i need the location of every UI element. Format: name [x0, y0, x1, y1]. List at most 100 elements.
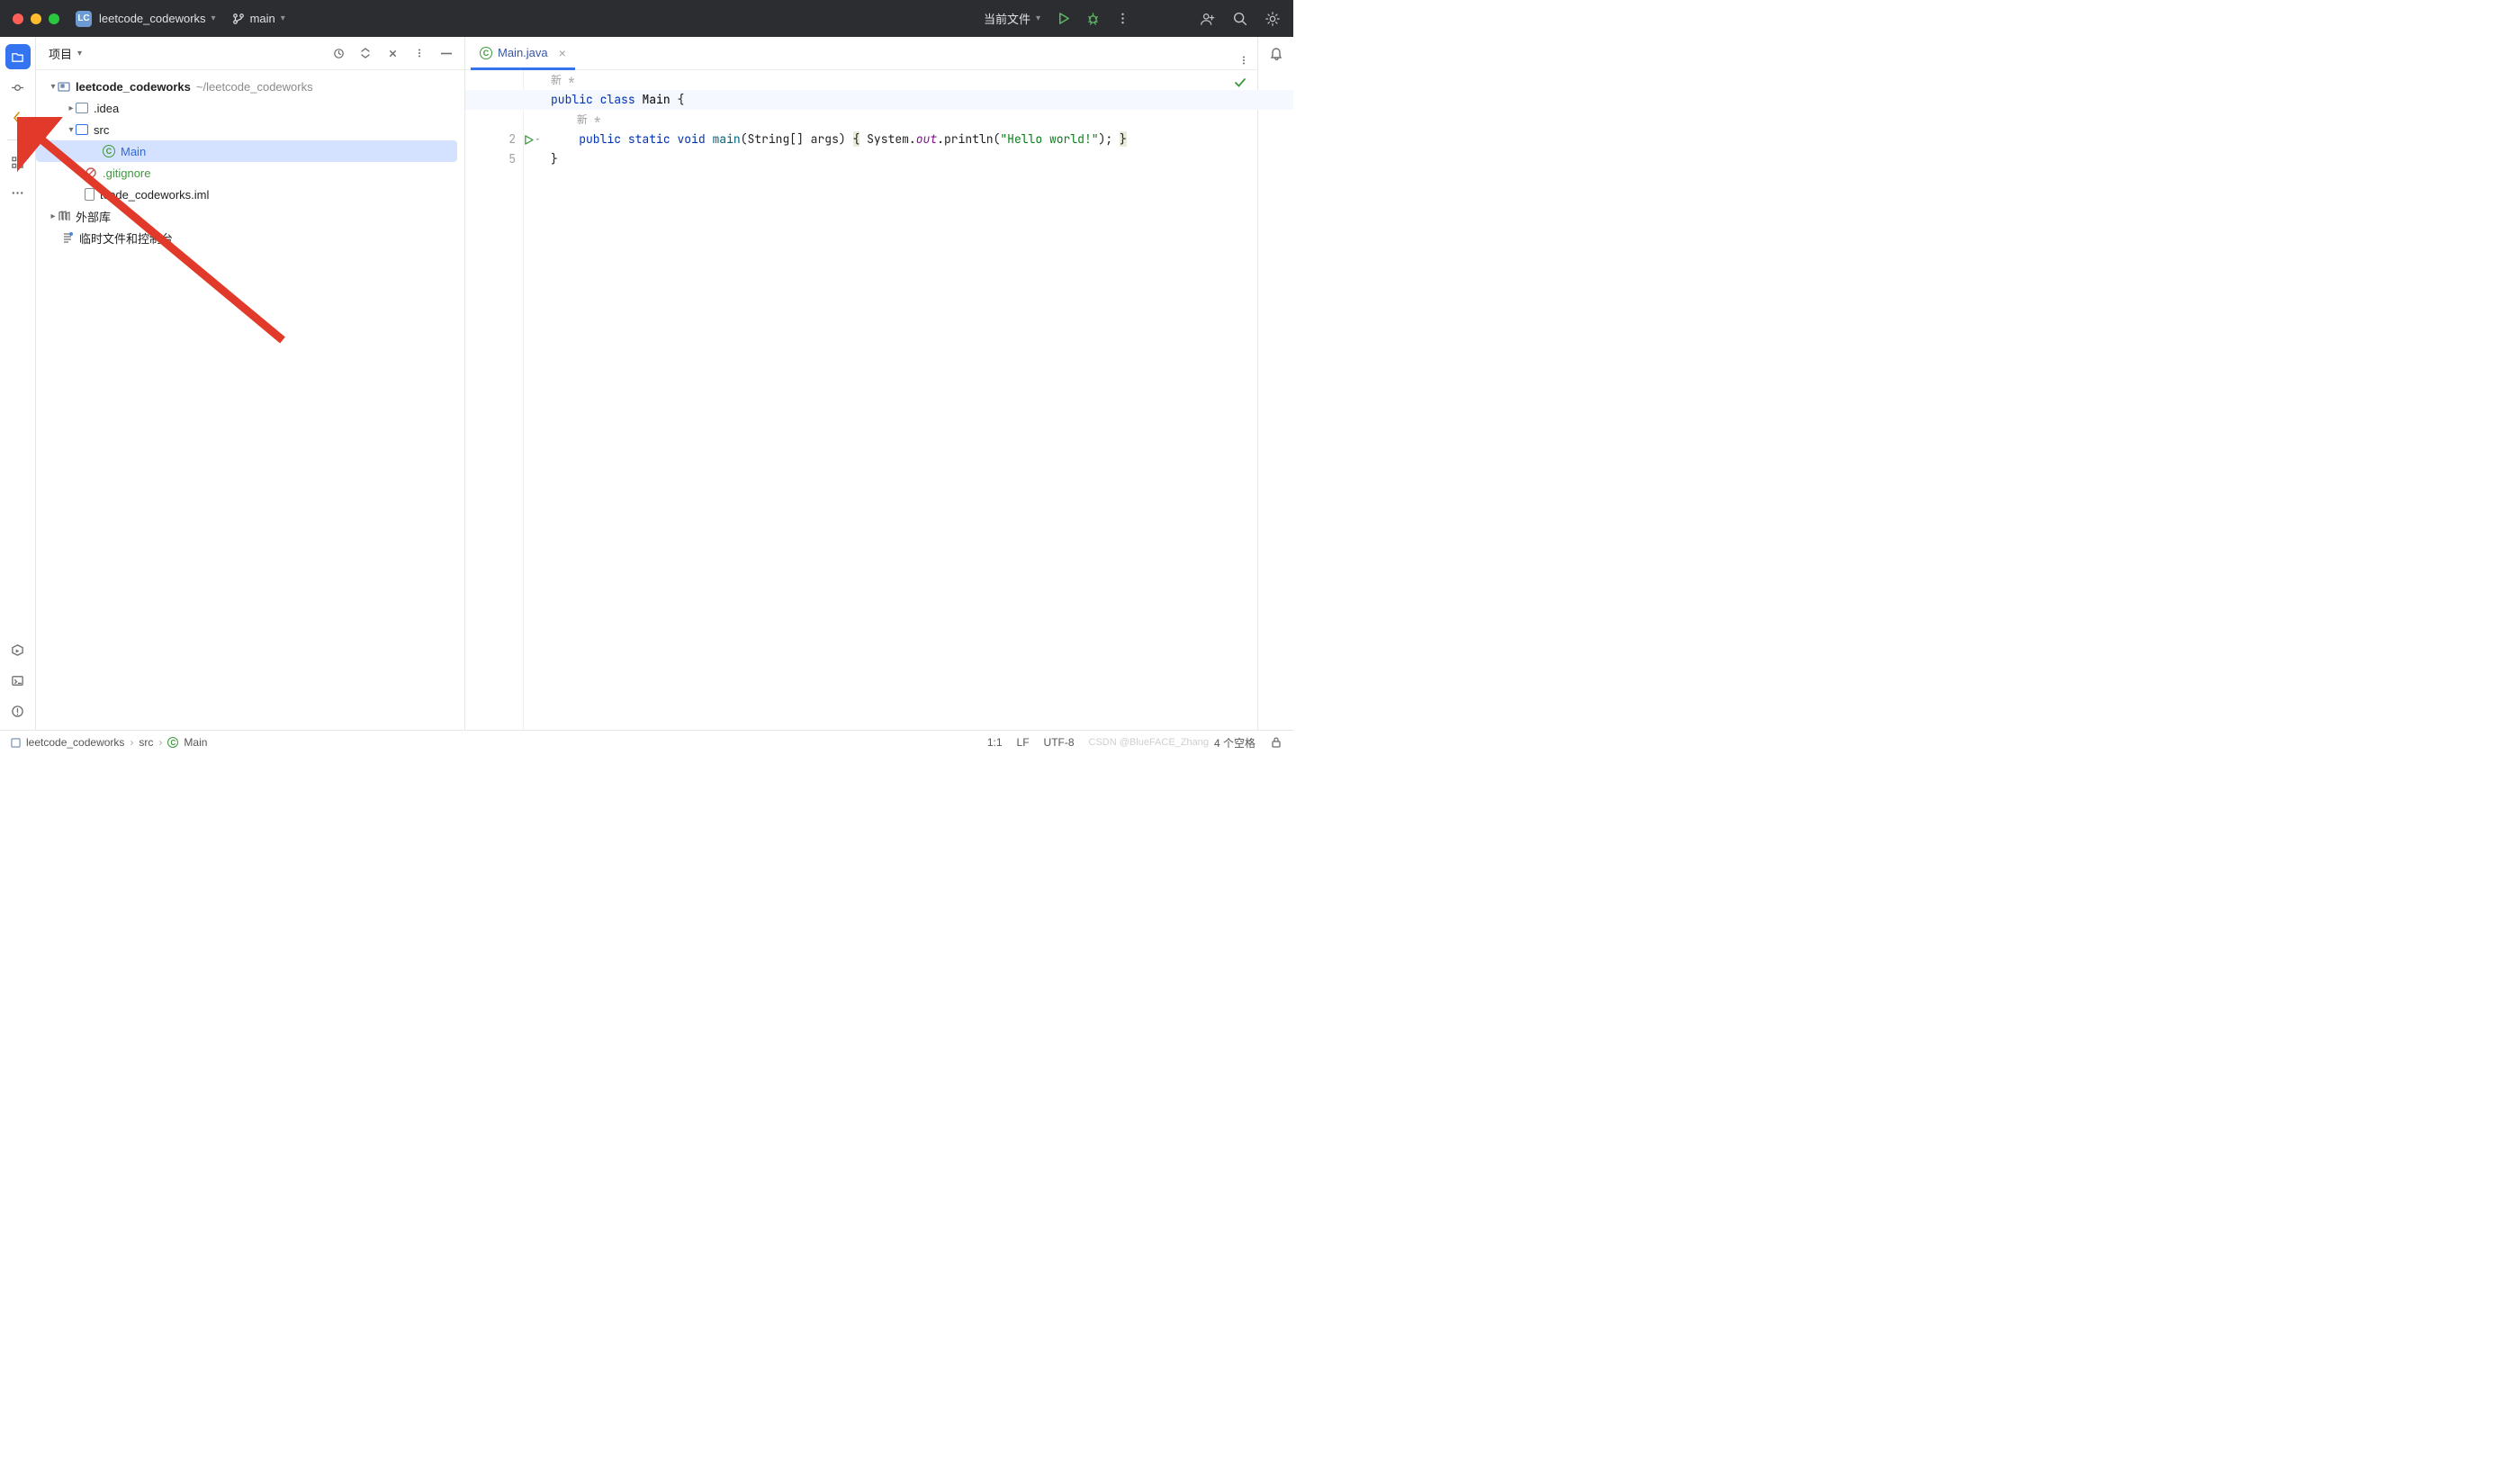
tree-gitignore[interactable]: .gitignore	[36, 162, 457, 184]
ignore-file-icon	[85, 166, 97, 179]
chevron-right-icon: ›	[158, 736, 162, 749]
structure-tool-icon[interactable]	[5, 149, 31, 175]
tree-external-libs[interactable]: ▸ 外部库	[36, 205, 457, 227]
tree-item-label: Main	[121, 145, 146, 158]
tab-main-java[interactable]: C Main.java ×	[471, 38, 575, 70]
close-tab-icon[interactable]: ×	[559, 46, 566, 60]
minimize-icon[interactable]	[31, 13, 41, 24]
line-separator[interactable]: LF	[1017, 736, 1030, 749]
inspection-ok-icon[interactable]	[1234, 76, 1246, 95]
chevron-right-icon[interactable]: ▸	[49, 211, 58, 221]
branch-icon	[232, 13, 245, 25]
tree-root[interactable]: ▾ leetcode_codeworks ~/leetcode_codework…	[36, 76, 457, 97]
editor-tabs: C Main.java ×	[465, 37, 1257, 70]
settings-icon[interactable]	[1264, 11, 1281, 27]
chevron-down-icon[interactable]: ▾	[77, 49, 82, 58]
line-number[interactable]: 2	[465, 130, 516, 149]
debug-icon[interactable]	[1086, 12, 1100, 25]
folder-icon	[76, 103, 88, 113]
terminal-tool-icon[interactable]	[5, 668, 31, 693]
source-folder-icon	[76, 124, 88, 135]
project-badge: LC	[76, 11, 92, 27]
chevron-down-icon[interactable]: ▾	[281, 13, 285, 23]
left-tool-rail	[0, 37, 36, 754]
inlay-hint-star: *	[568, 73, 574, 87]
breadcrumb-segment[interactable]: src	[139, 736, 153, 749]
chevron-down-icon[interactable]: ▾	[49, 82, 58, 92]
problems-tool-icon[interactable]	[5, 698, 31, 724]
inlay-hint: 新	[577, 112, 588, 127]
code-line[interactable]: public class Main {	[465, 90, 1293, 110]
breadcrumb-segment[interactable]: leetcode_codeworks	[26, 736, 124, 749]
code-line[interactable]: public static void main(String[] args) {…	[551, 130, 1257, 149]
commit-tool-icon[interactable]	[5, 75, 31, 100]
collapse-all-icon[interactable]	[383, 44, 401, 62]
code-editor[interactable]: 1 2 5 ▸ 新 * public class Main { 新 * publ…	[465, 70, 1257, 754]
class-icon: C	[480, 47, 492, 59]
line-number[interactable]: 5	[465, 149, 516, 169]
tree-root-name: leetcode_codeworks	[76, 80, 191, 94]
watermark: CSDN @BlueFACE_Zhang	[1089, 737, 1209, 748]
tree-iml-file[interactable]: tcode_codeworks.iml	[36, 184, 457, 205]
project-name[interactable]: leetcode_codeworks	[99, 12, 206, 25]
lock-icon[interactable]	[1270, 736, 1282, 749]
editor-more-icon[interactable]	[1238, 54, 1250, 69]
window-controls	[13, 13, 59, 24]
titlebar: LC leetcode_codeworks ▾ main ▾ 当前文件 ▾	[0, 0, 1293, 37]
select-opened-file-icon[interactable]	[329, 44, 347, 62]
cursor-position[interactable]: 1:1	[987, 736, 1003, 749]
chevron-right-icon: ›	[130, 736, 133, 749]
class-icon: C	[167, 737, 178, 748]
project-tree[interactable]: ▾ leetcode_codeworks ~/leetcode_codework…	[36, 70, 464, 754]
notifications-icon[interactable]	[1269, 46, 1283, 63]
file-encoding[interactable]: UTF-8	[1044, 736, 1075, 749]
chevron-down-icon[interactable]: ▾	[1036, 13, 1040, 23]
breadcrumb-segment[interactable]: Main	[184, 736, 207, 749]
project-panel: 项目 ▾ ▾ leetcode_codeworks ~/leetcode_cod…	[36, 37, 465, 754]
project-panel-title[interactable]: 项目	[49, 45, 72, 62]
code-line[interactable]: }	[551, 149, 1257, 169]
maximize-icon[interactable]	[49, 13, 59, 24]
project-tool-icon[interactable]	[5, 44, 31, 69]
run-config-label[interactable]: 当前文件	[984, 10, 1030, 27]
tree-root-path: ~/leetcode_codeworks	[196, 80, 313, 94]
close-icon[interactable]	[13, 13, 23, 24]
run-gutter: ▸	[524, 70, 545, 754]
scratch-icon	[61, 231, 74, 244]
indent-setting[interactable]: 4 个空格	[1214, 735, 1256, 750]
more-icon[interactable]	[1116, 12, 1130, 25]
expand-all-icon[interactable]	[356, 44, 374, 62]
run-line-icon[interactable]: ▸	[524, 130, 545, 149]
vcs-branch[interactable]: main ▾	[232, 12, 285, 25]
leetcode-tool-icon[interactable]	[5, 105, 31, 130]
tree-item-label: src	[94, 123, 109, 137]
tab-label: Main.java	[498, 46, 548, 59]
chevron-right-icon[interactable]: ▸	[67, 103, 76, 113]
chevron-down-icon[interactable]: ▾	[212, 13, 216, 23]
project-panel-header: 项目 ▾	[36, 37, 464, 70]
search-icon[interactable]	[1232, 11, 1248, 27]
tree-item-label: .idea	[94, 102, 119, 115]
branch-name: main	[250, 12, 275, 25]
tree-item-label: 临时文件和控制台	[79, 229, 173, 247]
services-tool-icon[interactable]	[5, 637, 31, 662]
run-icon[interactable]	[1057, 12, 1070, 25]
editor-area: C Main.java × 1 2 5 ▸	[465, 37, 1257, 754]
breadcrumb[interactable]: leetcode_codeworks › src › C Main	[11, 736, 207, 749]
chevron-down-icon[interactable]: ▾	[67, 125, 76, 135]
more-tools-icon[interactable]	[5, 180, 31, 205]
tree-idea-folder[interactable]: ▸ .idea	[36, 97, 457, 119]
tree-main-file[interactable]: C Main	[36, 140, 457, 162]
tree-scratches[interactable]: 临时文件和控制台	[36, 227, 457, 248]
panel-hide-icon[interactable]	[437, 44, 455, 62]
right-tool-rail	[1257, 37, 1293, 754]
file-icon	[85, 188, 94, 201]
library-icon	[58, 210, 70, 222]
tree-src-folder[interactable]: ▾ src	[36, 119, 457, 140]
code-lines[interactable]: 新 * public class Main { 新 * public stati…	[545, 70, 1257, 754]
inlay-hint: 新	[551, 73, 562, 87]
panel-more-icon[interactable]	[410, 44, 428, 62]
tree-item-label: 外部库	[76, 208, 111, 225]
gutter: 1 2 5	[465, 70, 524, 754]
add-user-icon[interactable]	[1200, 11, 1216, 27]
